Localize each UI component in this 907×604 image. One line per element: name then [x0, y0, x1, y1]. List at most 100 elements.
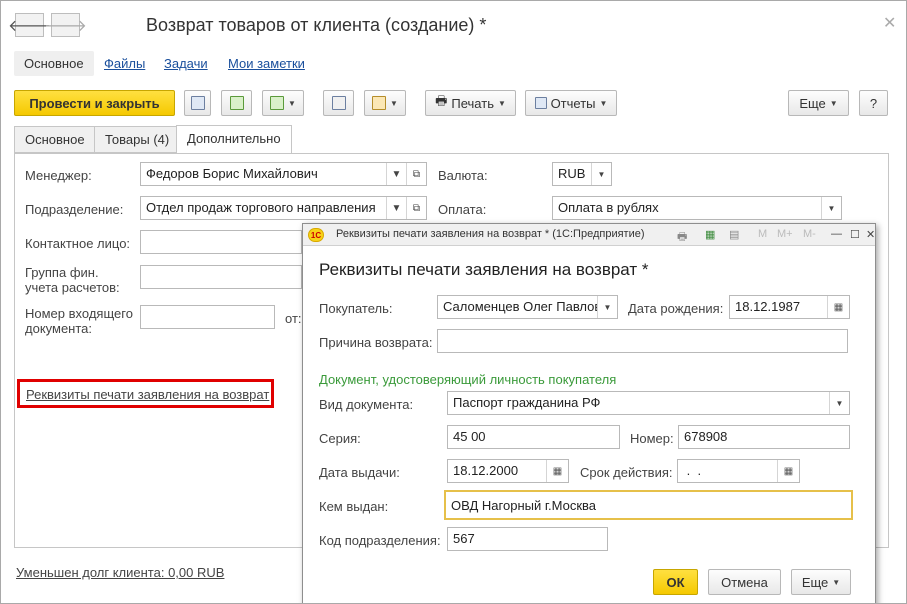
open-icon[interactable]: ⧉	[406, 197, 426, 219]
birth-date-field[interactable]: 18.12.1987 ▦	[729, 295, 850, 319]
arrow-right-icon: 🡒	[44, 17, 87, 35]
maximize-icon[interactable]: ☐	[850, 228, 860, 241]
contact-field[interactable]	[140, 230, 302, 254]
cancel-button[interactable]: Отмена	[708, 569, 781, 595]
reports-icon	[534, 97, 547, 109]
reason-field[interactable]	[437, 329, 848, 353]
doc-type-field[interactable]: Паспорт гражданина РФ ▼	[447, 391, 850, 415]
calendar-icon[interactable]: ▦	[777, 460, 799, 482]
subnav-main[interactable]: Основное	[14, 51, 94, 76]
chevron-down-icon[interactable]: ▼	[591, 163, 611, 185]
spreadsheet-icon[interactable]: ▦	[705, 228, 715, 241]
memory-m-button[interactable]: M	[758, 228, 767, 240]
chevron-down-icon[interactable]: ▼	[829, 392, 849, 414]
validity-value: . .	[683, 463, 702, 478]
division-field[interactable]: Отдел продаж торгового направления ▼ ⧉	[140, 196, 427, 220]
doc-type-label: Вид документа:	[319, 397, 414, 412]
subnav-notes[interactable]: Мои заметки	[228, 56, 305, 71]
fingroup-field[interactable]	[140, 265, 302, 289]
buyer-label: Покупатель:	[319, 301, 393, 316]
close-icon[interactable]: ✕	[883, 13, 896, 33]
chevron-down-icon[interactable]: ▼	[386, 197, 406, 219]
chevron-down-icon: ▼	[390, 98, 398, 108]
division-code-field[interactable]: 567	[447, 527, 608, 551]
main-window: 🡐 🡒 Возврат товаров от клиента (создание…	[0, 0, 907, 604]
create-based-on-button[interactable]: ▼	[262, 90, 304, 116]
chevron-down-icon[interactable]: ▼	[597, 296, 617, 318]
validity-label: Срок действия:	[580, 465, 673, 480]
minimize-icon[interactable]: —	[831, 228, 842, 240]
calendar-icon[interactable]: ▦	[546, 460, 568, 482]
printer-icon[interactable]: 🖶	[677, 228, 687, 247]
reports-button[interactable]: Отчеты ▼	[525, 90, 617, 116]
division-value: Отдел продаж торгового направления	[146, 200, 376, 215]
issue-date-value: 18.12.2000	[453, 463, 519, 478]
issue-date-field[interactable]: 18.12.2000 ▦	[447, 459, 569, 483]
number-field[interactable]: 678908	[678, 425, 850, 449]
subnav-files[interactable]: Файлы	[104, 56, 145, 71]
post-button[interactable]	[221, 90, 252, 116]
print-details-link[interactable]: Реквизиты печати заявления на возврат	[26, 387, 269, 402]
tab-main[interactable]: Основное	[14, 126, 96, 153]
structure-button[interactable]: ▼	[364, 90, 406, 116]
manager-field[interactable]: Федоров Борис Михайлович ▼ ⧉	[140, 162, 427, 186]
section-title: Документ, удостоверяющий личность покупа…	[319, 372, 617, 387]
buyer-field[interactable]: Саломенцев Олег Павлов ▼	[437, 295, 618, 319]
close-icon[interactable]: ✕	[866, 228, 875, 241]
save-button[interactable]	[184, 90, 211, 116]
dialog-heading: Реквизиты печати заявления на возврат *	[319, 260, 649, 279]
incoming-number-field[interactable]	[140, 305, 275, 329]
chevron-down-icon[interactable]: ▼	[386, 163, 406, 185]
print-button[interactable]: 🖶 Печать ▼	[425, 90, 516, 116]
print-details-dialog: 1С Реквизиты печати заявления на возврат…	[302, 223, 876, 603]
list-button[interactable]	[323, 90, 354, 116]
post-icon	[229, 96, 244, 110]
structure-icon	[372, 96, 387, 110]
open-icon[interactable]: ⧉	[406, 163, 426, 185]
division-label: Подразделение:	[25, 202, 124, 217]
tab-additional[interactable]: Дополнительно	[176, 125, 292, 154]
more-button[interactable]: Еще ▼	[788, 90, 849, 116]
validity-field[interactable]: . . ▦	[677, 459, 800, 483]
chevron-down-icon: ▼	[599, 98, 608, 108]
create-based-icon	[270, 96, 285, 110]
division-code-label: Код подразделения:	[319, 533, 441, 548]
dialog-more-button[interactable]: Еще ▼	[791, 569, 851, 595]
issuer-label: Кем выдан:	[319, 499, 389, 514]
debt-link[interactable]: Уменьшен долг клиента: 0,00 RUB	[16, 565, 224, 580]
memory-minus-button[interactable]: M-	[803, 228, 816, 240]
more-label: Еще	[799, 95, 826, 111]
help-button[interactable]: ?	[859, 90, 888, 116]
issuer-field[interactable]: ОВД Нагорный г.Москва	[444, 490, 853, 520]
chevron-down-icon: ▼	[497, 98, 506, 108]
from-label: от:	[285, 311, 302, 326]
back-button[interactable]: 🡐	[8, 13, 51, 37]
dialog-window-title: Реквизиты печати заявления на возврат * …	[336, 228, 645, 240]
dialog-titlebar: 1С Реквизиты печати заявления на возврат…	[303, 224, 875, 246]
calendar-icon[interactable]: ▦	[827, 296, 849, 318]
currency-field[interactable]: RUB ▼	[552, 162, 612, 186]
tab-goods[interactable]: Товары (4)	[94, 126, 181, 153]
calendar-icon[interactable]: ▤	[729, 228, 739, 241]
memory-plus-button[interactable]: M+	[777, 228, 793, 240]
manager-label: Менеджер:	[25, 168, 92, 183]
series-field[interactable]: 45 00	[447, 425, 620, 449]
subnav-tasks[interactable]: Задачи	[164, 56, 208, 71]
forward-button[interactable]: 🡒	[44, 13, 87, 37]
post-and-close-button[interactable]: Провести и закрыть	[14, 90, 175, 116]
contact-label: Контактное лицо:	[25, 236, 131, 251]
chevron-down-icon[interactable]: ▼	[821, 197, 841, 219]
chevron-down-icon: ▼	[829, 98, 838, 108]
list-icon	[331, 96, 346, 110]
printer-icon: 🖶	[435, 93, 448, 108]
1c-logo-icon: 1С	[308, 228, 324, 242]
payment-field[interactable]: Оплата в рублях ▼	[552, 196, 842, 220]
series-label: Серия:	[319, 431, 361, 446]
doc-type-value: Паспорт гражданина РФ	[453, 395, 601, 410]
chevron-down-icon: ▼	[832, 577, 841, 587]
birth-date-label: Дата рождения:	[628, 301, 724, 316]
chevron-down-icon: ▼	[288, 98, 296, 108]
ok-button[interactable]: ОК	[653, 569, 698, 595]
incoming-number-label: Номер входящего документа:	[25, 306, 133, 336]
window-title: Возврат товаров от клиента (создание) *	[146, 15, 487, 35]
